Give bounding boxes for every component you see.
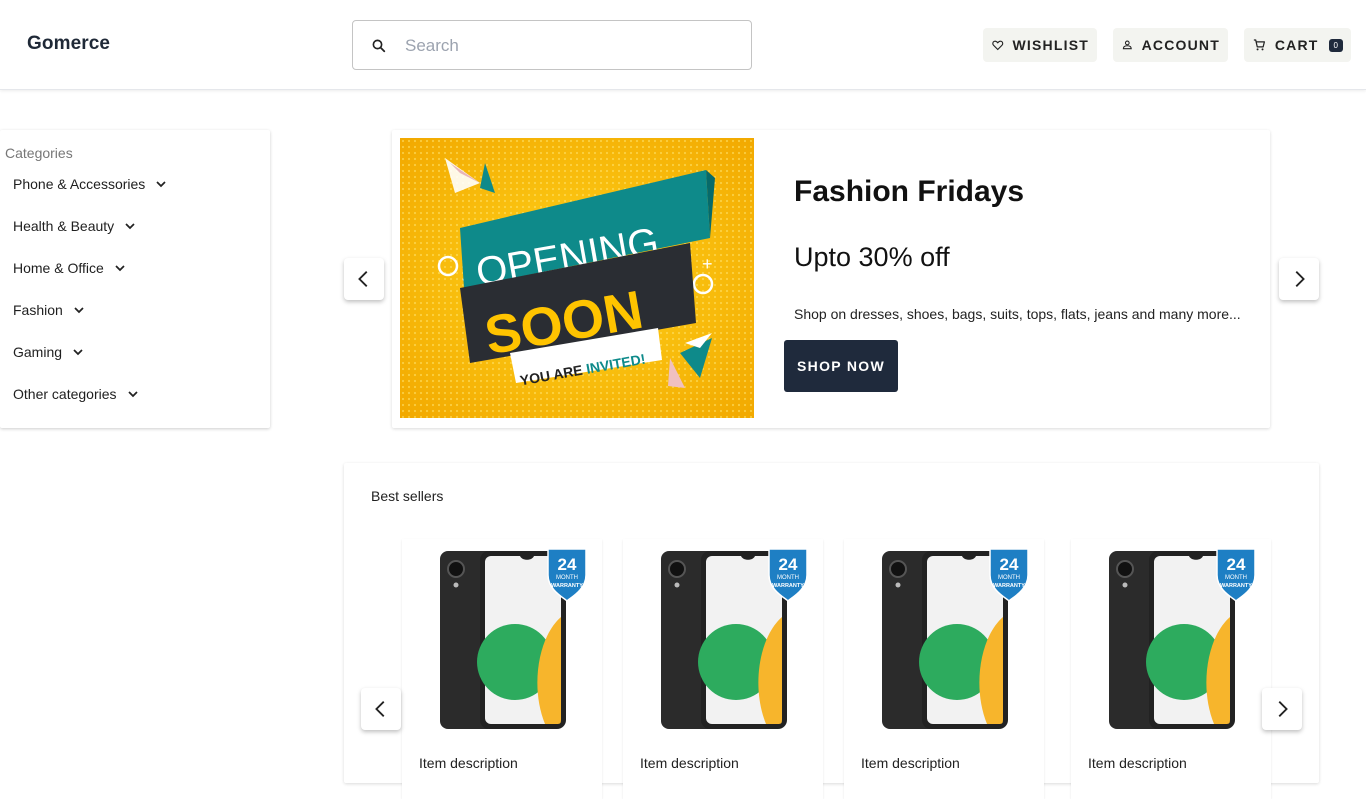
phone-product-image: 24 MONTH WARRANTY bbox=[1109, 548, 1256, 729]
product-description: Item description bbox=[640, 755, 739, 771]
category-label: Phone & Accessories bbox=[13, 176, 146, 192]
hero-carousel: + + OPENING SOON YOU ARE INVITED! Fashio… bbox=[392, 130, 1270, 428]
cart-label: CART bbox=[1274, 37, 1319, 53]
chevron-left-icon bbox=[358, 271, 368, 287]
warranty-badge-number: 24 bbox=[558, 555, 577, 574]
chevron-down-icon bbox=[127, 391, 138, 398]
best-sellers-title: Best sellers bbox=[371, 488, 444, 504]
wishlist-button[interactable]: WISHLIST bbox=[983, 28, 1097, 62]
chevron-right-icon bbox=[1278, 701, 1288, 717]
product-card[interactable]: 24 MONTH WARRANTY Item description bbox=[844, 539, 1044, 799]
category-health-beauty[interactable]: Health & Beauty bbox=[13, 215, 138, 237]
warranty-badge-label: WARRANTY bbox=[1220, 583, 1252, 589]
product-description: Item description bbox=[1088, 755, 1187, 771]
hero-next-button[interactable] bbox=[1279, 258, 1319, 300]
brand-logo[interactable]: Gomerce bbox=[27, 33, 110, 55]
phone-product-image: 24 MONTH WARRANTY bbox=[440, 548, 587, 729]
account-button[interactable]: ACCOUNT bbox=[1113, 28, 1228, 62]
warranty-badge-number: 24 bbox=[1000, 555, 1019, 574]
hero-prev-button[interactable] bbox=[344, 258, 384, 300]
chevron-down-icon bbox=[74, 307, 84, 314]
cart-icon bbox=[1253, 39, 1266, 51]
hero-title: Fashion Fridays bbox=[794, 175, 1025, 208]
warranty-badge-label: WARRANTY bbox=[551, 583, 583, 589]
account-label: ACCOUNT bbox=[1141, 37, 1220, 53]
product-description: Item description bbox=[419, 755, 518, 771]
product-description: Item description bbox=[861, 755, 960, 771]
warranty-badge-label: WARRANTY bbox=[993, 583, 1025, 589]
chevron-down-icon bbox=[73, 349, 83, 356]
person-icon bbox=[1122, 40, 1132, 50]
search-icon bbox=[372, 39, 386, 53]
categories-title: Categories bbox=[5, 145, 73, 161]
wishlist-label: WISHLIST bbox=[1012, 37, 1089, 53]
warranty-badge-label: WARRANTY bbox=[772, 583, 804, 589]
category-home-office[interactable]: Home & Office bbox=[13, 257, 128, 279]
category-phone-accessories[interactable]: Phone & Accessories bbox=[13, 173, 169, 195]
chevron-down-icon bbox=[156, 181, 166, 188]
search-input[interactable] bbox=[405, 31, 735, 61]
category-fashion[interactable]: Fashion bbox=[13, 299, 87, 321]
product-card[interactable]: 24 MONTH WARRANTY Item description bbox=[402, 539, 602, 799]
phone-product-image: 24 MONTH WARRANTY bbox=[882, 548, 1029, 729]
top-bar: Gomerce WISHLIST ACCOUNT CART 0 bbox=[0, 0, 1366, 90]
warranty-badge-number: 24 bbox=[1227, 555, 1246, 574]
category-gaming[interactable]: Gaming bbox=[13, 341, 86, 363]
warranty-badge-month: MONTH bbox=[1225, 575, 1247, 581]
category-other[interactable]: Other categories bbox=[13, 383, 141, 405]
phone-product-image: 24 MONTH WARRANTY bbox=[661, 548, 808, 729]
promo-banner-image[interactable]: + + OPENING SOON YOU ARE INVITED! bbox=[400, 138, 754, 418]
category-label: Fashion bbox=[13, 302, 63, 318]
category-label: Health & Beauty bbox=[13, 218, 115, 234]
category-label: Other categories bbox=[13, 386, 117, 402]
categories-sidebar: Categories Phone & Accessories Health & … bbox=[0, 130, 270, 428]
hero-description: Shop on dresses, shoes, bags, suits, top… bbox=[794, 306, 1241, 322]
chevron-down-icon bbox=[125, 223, 135, 230]
category-label: Gaming bbox=[13, 344, 63, 360]
category-label: Home & Office bbox=[13, 260, 104, 276]
warranty-badge-month: MONTH bbox=[998, 575, 1020, 581]
cart-count-badge: 0 bbox=[1328, 38, 1343, 52]
warranty-badge-month: MONTH bbox=[556, 575, 578, 581]
heart-icon bbox=[992, 40, 1004, 51]
best-sellers-next-button[interactable] bbox=[1262, 688, 1302, 730]
cart-button[interactable]: CART 0 bbox=[1244, 28, 1351, 62]
best-sellers-prev-button[interactable] bbox=[361, 688, 401, 730]
svg-text:+: + bbox=[702, 254, 713, 274]
chevron-right-icon bbox=[1295, 271, 1305, 287]
warranty-badge-number: 24 bbox=[779, 555, 798, 574]
search-box[interactable] bbox=[352, 20, 752, 70]
hero-subtitle: Upto 30% off bbox=[794, 242, 950, 272]
chevron-down-icon bbox=[115, 265, 125, 272]
warranty-badge-month: MONTH bbox=[777, 575, 799, 581]
product-card[interactable]: 24 MONTH WARRANTY Item description bbox=[1071, 539, 1271, 799]
product-card[interactable]: 24 MONTH WARRANTY Item description bbox=[623, 539, 823, 799]
shop-now-button[interactable]: SHOP NOW bbox=[784, 340, 898, 392]
best-sellers-section: Best sellers 24 MONTH WARRANTY Item desc… bbox=[344, 463, 1319, 799]
chevron-left-icon bbox=[375, 701, 385, 717]
